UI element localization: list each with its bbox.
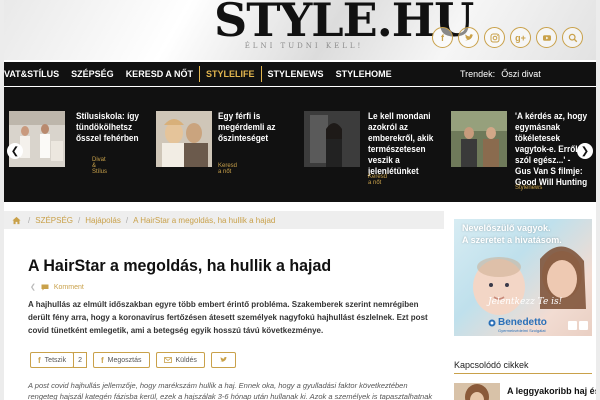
envelope-icon bbox=[163, 357, 172, 363]
nav-item-stylenews[interactable]: STYLENEWS bbox=[262, 62, 330, 86]
send-button[interactable]: Küldés bbox=[155, 352, 205, 368]
slider-prev-arrow[interactable]: ❮ bbox=[7, 143, 23, 159]
article-lead: A hajhullás az elmúlt időszakban egyre t… bbox=[28, 300, 428, 335]
breadcrumb-separator: / bbox=[28, 215, 31, 225]
nav-item-keresd-a-not[interactable]: KERESD A NŐT bbox=[120, 62, 199, 86]
ad-brand-sub: Gyermekvédelmi Szolgálat bbox=[498, 328, 546, 333]
article-title: A HairStar a megoldás, ha hullik a hajad bbox=[28, 256, 332, 275]
breadcrumb: / SZÉPSÉG / Hajápolás / A HairStar a meg… bbox=[4, 211, 444, 229]
slide-thumbnail[interactable] bbox=[156, 111, 212, 167]
social-links: f g+ bbox=[432, 27, 583, 48]
trends-link[interactable]: Őszi divat bbox=[501, 69, 541, 79]
breadcrumb-current[interactable]: A HairStar a megoldás, ha hullik a hajad bbox=[133, 216, 275, 225]
slide-category[interactable]: Keresd a nőt bbox=[368, 174, 387, 186]
nav-item-stylehome[interactable]: STYLEHOME bbox=[330, 62, 398, 86]
facebook-icon[interactable]: f bbox=[432, 27, 453, 48]
slide-title[interactable]: Le kell mondani azokról az emberekről, a… bbox=[368, 111, 440, 177]
twitter-icon bbox=[220, 357, 228, 363]
article-meta: ❮ Komment bbox=[30, 283, 84, 292]
like-count: 2 bbox=[73, 352, 87, 368]
slide-thumbnail[interactable] bbox=[451, 111, 507, 167]
article-body: A post covid hajhullás jellemzője, hogy … bbox=[28, 381, 433, 400]
share-label: Megosztás bbox=[107, 356, 142, 364]
share-arrow-icon: ❮ bbox=[30, 284, 36, 291]
related-divider bbox=[454, 373, 592, 374]
site-logo[interactable]: STYLE.HU bbox=[214, 0, 474, 48]
breadcrumb-separator: / bbox=[78, 215, 81, 225]
breadcrumb-separator: / bbox=[125, 215, 129, 225]
ad-cta: Jelentkezz Te is! bbox=[488, 297, 563, 307]
search-icon[interactable] bbox=[562, 27, 583, 48]
ad-subheadline: A szeretet a hivatásom. bbox=[462, 235, 562, 245]
twitter-icon[interactable] bbox=[458, 27, 479, 48]
page-frame: STYLE.HU ÉLNI TUDNI KELL! f g+ VAT&STÍLU… bbox=[4, 0, 596, 400]
ad-social-icons bbox=[568, 321, 588, 330]
instagram-icon bbox=[579, 321, 588, 330]
facebook-icon: f bbox=[100, 355, 104, 365]
nav-item-stylelife[interactable]: STYLELIFE bbox=[199, 66, 262, 82]
related-title[interactable]: A leggyakoribb haj és bbox=[507, 386, 596, 396]
like-button[interactable]: f Tetszik bbox=[30, 352, 75, 368]
comment-icon bbox=[41, 284, 49, 290]
ad-brand: Benedetto bbox=[498, 317, 547, 328]
main-nav: VAT&STÍLUS SZÉPSÉG KERESD A NŐT STYLELIF… bbox=[4, 62, 596, 86]
related-heading: Kapcsolódó cikkek bbox=[454, 360, 529, 370]
youtube-icon[interactable] bbox=[536, 27, 557, 48]
slide-category[interactable]: Keresd a nőt bbox=[218, 163, 237, 175]
nav-item-divat-stilus[interactable]: VAT&STÍLUS bbox=[4, 62, 65, 86]
slide-title[interactable]: Egy férfi is megérdemli az őszinteséget bbox=[218, 111, 290, 144]
slide-category[interactable]: Divat & Stílus bbox=[92, 157, 107, 175]
slide-thumbnail[interactable] bbox=[304, 111, 360, 167]
nav-item-szepseg[interactable]: SZÉPSÉG bbox=[65, 62, 120, 86]
sidebar-ad[interactable]: Nevelőszülő vagyok. A szeretet a hivatás… bbox=[454, 219, 592, 336]
facebook-icon: f bbox=[38, 355, 41, 365]
slide-title[interactable]: Stílusiskola: így tündökölhetsz ősszel f… bbox=[76, 111, 148, 144]
tweet-button[interactable] bbox=[210, 352, 236, 368]
like-label: Tetszik bbox=[44, 356, 67, 364]
benedetto-logo-icon bbox=[488, 319, 496, 327]
trends: Trendek: Őszi divat bbox=[460, 62, 541, 86]
home-icon[interactable] bbox=[12, 216, 21, 225]
share-bar: f Tetszik 2 f Megosztás Küldés bbox=[30, 352, 236, 368]
send-label: Küldés bbox=[175, 356, 197, 364]
facebook-icon bbox=[568, 321, 577, 330]
google-plus-icon[interactable]: g+ bbox=[510, 27, 531, 48]
instagram-icon[interactable] bbox=[484, 27, 505, 48]
slider-next-arrow[interactable]: ❯ bbox=[577, 143, 593, 159]
site-header: STYLE.HU ÉLNI TUDNI KELL! f g+ bbox=[4, 0, 596, 60]
slide-category[interactable]: Stylenews bbox=[515, 185, 542, 191]
ad-headline: Nevelőszülő vagyok. bbox=[462, 223, 551, 233]
site-tagline: ÉLNI TUDNI KELL! bbox=[244, 42, 364, 50]
comment-link[interactable]: Komment bbox=[54, 284, 84, 291]
featured-slider: Stílusiskola: így tündökölhetsz ősszel f… bbox=[4, 87, 596, 202]
share-button[interactable]: f Megosztás bbox=[92, 352, 150, 368]
trends-label: Trendek: bbox=[460, 69, 496, 79]
related-thumbnail[interactable] bbox=[454, 383, 500, 400]
breadcrumb-link[interactable]: SZÉPSÉG bbox=[35, 216, 73, 225]
breadcrumb-link[interactable]: Hajápolás bbox=[85, 216, 121, 225]
